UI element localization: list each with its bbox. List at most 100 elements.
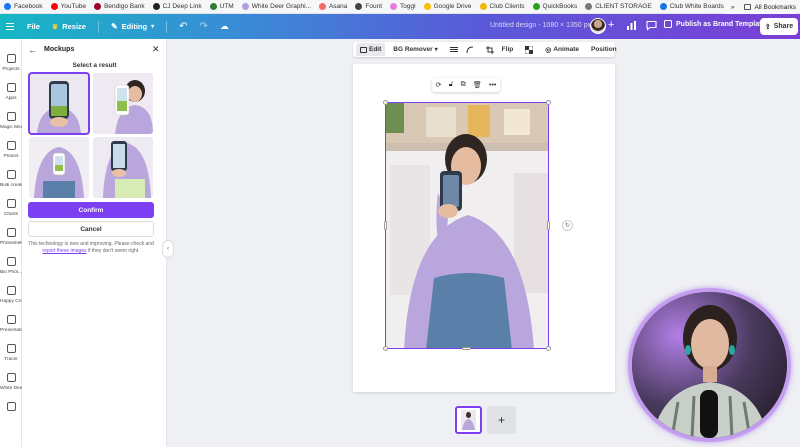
edit-image-button[interactable]: Edit [356,43,386,56]
bookmark-item[interactable]: Fount [355,3,382,10]
resize-handle-bottom-left[interactable] [383,346,388,351]
bookmark-item[interactable]: Google Drive [423,3,472,10]
animate-icon: ◎ [545,46,552,54]
share-button[interactable]: ⇪ Share [760,18,798,35]
rail-item[interactable]: Bulk create [0,167,22,195]
webcam-overlay [628,288,791,442]
corner-rounding-button[interactable] [462,43,478,56]
bookmark-favicon-icon [532,3,540,10]
bookmark-item[interactable]: QuickBooks [532,3,578,10]
bookmark-item[interactable]: Bendigo Bank [94,3,145,10]
rail-item[interactable]: Tracer [0,341,22,369]
add-page-button[interactable]: + [487,406,516,434]
rail-item[interactable]: Magic Media [0,109,22,137]
resize-handle-left[interactable] [384,221,387,230]
rotate-icon[interactable]: ⟳ [436,81,442,89]
bookmark-item[interactable]: Club White Boards [659,3,724,10]
rail-item[interactable]: Photos [0,138,22,166]
animate-button[interactable]: ◎ Animate [541,43,583,56]
rail-item[interactable]: Happy Crop [0,283,22,311]
report-images-link[interactable]: report these images [42,248,86,254]
border-style-button[interactable] [446,43,462,56]
bookmark-item[interactable]: YouTube [50,3,87,10]
resize-handle-top-right[interactable] [546,100,551,105]
rail-item[interactable] [0,399,22,427]
close-icon[interactable]: ✕ [152,44,160,55]
back-arrow-icon[interactable]: ← [28,45,37,55]
editing-label: Editing [121,22,148,31]
mockup-result-3[interactable] [29,137,89,198]
position-button[interactable]: Position [587,43,621,56]
user-avatar[interactable] [590,18,606,34]
resize-handle-right[interactable] [547,221,550,230]
rail-item[interactable]: Charts [0,196,22,224]
trash-icon[interactable]: 🗑︎ [473,81,482,89]
selected-photo[interactable] [385,102,549,349]
publish-brand-template-button[interactable]: Publish as Brand Template [664,20,765,28]
undo-button[interactable]: ↶ [179,21,187,32]
redo-button[interactable]: ↷ [200,21,208,32]
insights-chart-icon[interactable] [626,20,637,31]
file-menu-button[interactable]: File [27,22,40,31]
bookmark-favicon-icon [241,3,249,10]
flip-button[interactable]: Flip [498,43,518,56]
crop-button[interactable] [482,43,498,56]
comment-icon[interactable] [646,20,657,31]
bookmark-label: YouTube [60,3,87,10]
resize-handle-top-left[interactable] [383,100,388,105]
editing-mode-dropdown[interactable]: ✎ Editing ▾ [111,22,154,31]
rail-item[interactable]: Projects [0,51,22,79]
header-divider [166,20,168,33]
mockup-result-4[interactable] [93,137,153,198]
rail-app-icon [6,286,16,295]
rail-item[interactable]: Bio Phot... [0,254,22,282]
rail-item[interactable]: White Deer ... [0,370,22,398]
document-title[interactable]: Untitled design - 1080 × 1350 px [490,22,591,29]
rail-item-label: Happy Crop [0,299,22,304]
rail-item[interactable]: Presentatio... [0,312,22,340]
bookmark-item[interactable]: Asana [318,3,347,10]
transparency-button[interactable] [521,43,537,56]
lock-icon[interactable]: 🔓︎ [449,81,454,89]
cancel-button[interactable]: Cancel [28,221,154,237]
bookmark-item[interactable]: Facebook [4,3,43,10]
bookmark-item[interactable]: CJ Deep Link [152,3,202,10]
bookmark-item[interactable]: CLIENT STORAGE [585,3,652,10]
page-thumbnail-1[interactable] [455,406,482,434]
menu-icon[interactable] [6,23,14,30]
bookmark-label: QuickBooks [542,3,578,10]
cloud-saved-icon[interactable]: ☁ [220,21,229,32]
resize-label: Resize [62,22,86,31]
resize-handle-bottom[interactable] [462,347,471,350]
add-collaborator-button[interactable]: + [608,19,614,31]
rotate-handle-icon[interactable]: ↻ [562,220,573,231]
bookmark-label: Toggl [400,3,416,10]
resize-button[interactable]: ♛ Resize [52,22,86,31]
bg-remover-button[interactable]: BG Remover ▾ [389,43,441,56]
bookmarks-more-button[interactable]: » [731,4,735,11]
bookmark-item[interactable]: White Deer Graphi... [241,3,311,10]
bookmark-item[interactable]: UTM [209,3,234,10]
confirm-button[interactable]: Confirm [28,202,154,218]
bookmark-favicon-icon [50,3,58,10]
duplicate-icon[interactable]: ⧉ [461,81,466,89]
bookmark-favicon-icon [4,3,11,10]
collapse-panel-button[interactable]: ‹ [162,240,174,258]
mockup-result-1[interactable] [28,72,90,135]
side-nav-rail: Projects Apps Magic Media Photos Bulk create… [0,39,22,447]
rail-item[interactable]: Apps [0,80,22,108]
all-bookmarks-button[interactable]: All Bookmarks [744,4,796,11]
bookmark-item[interactable]: Toggl [390,3,416,10]
rail-app-icon [6,83,16,92]
element-float-toolbar: ⟳ 🔓︎ ⧉ 🗑︎ ••• [432,78,500,92]
more-options-icon[interactable]: ••• [489,82,496,89]
bookmark-item[interactable]: Club Clients [479,3,525,10]
mockup-result-2[interactable] [93,73,153,134]
resize-handle-bottom-right[interactable] [546,346,551,351]
bookmark-label: CLIENT STORAGE [595,3,652,10]
bookmark-favicon-icon [152,3,160,10]
rail-item-label: Projects [2,67,20,72]
pencil-icon: ✎ [110,22,118,31]
rail-item[interactable]: Photoshelf [0,225,22,253]
animate-label: Animate [553,46,579,53]
